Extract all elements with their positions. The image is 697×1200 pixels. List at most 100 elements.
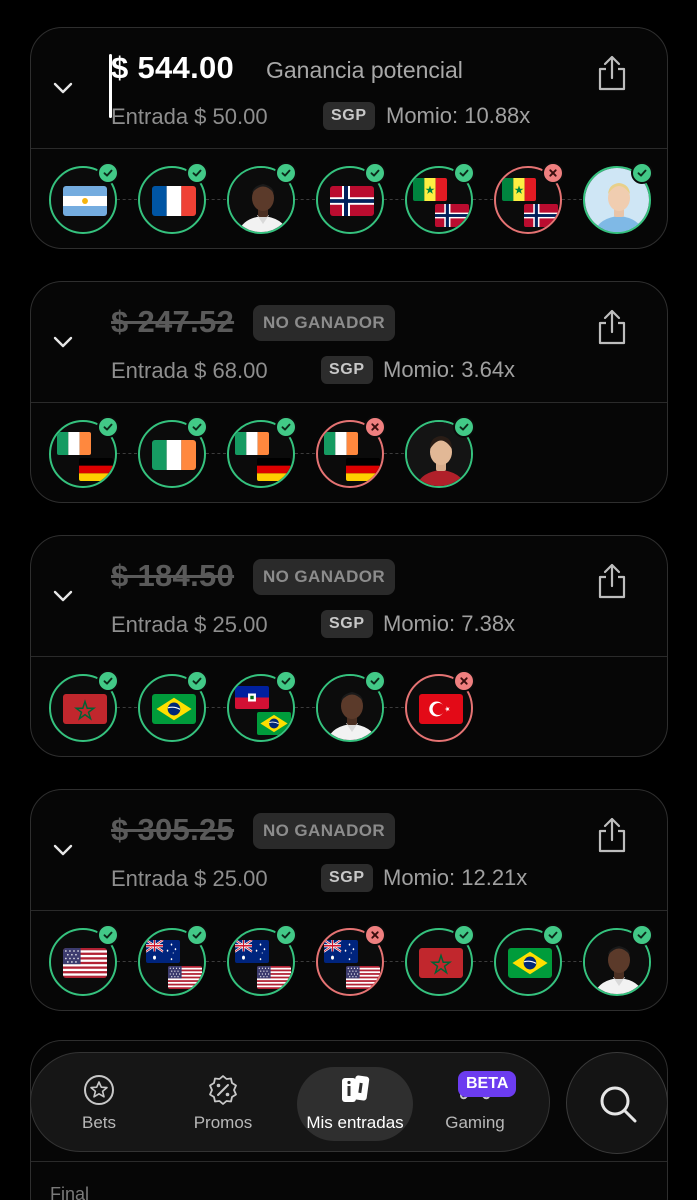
cross-icon: [542, 162, 564, 184]
leg-connector: [206, 199, 226, 200]
leg-connector: [295, 707, 315, 708]
leg-won[interactable]: [138, 416, 226, 488]
entry-amount: Entrada $ 25.00: [111, 866, 268, 891]
leg-lost[interactable]: [494, 162, 582, 234]
payout-amount: $ 544.00: [111, 50, 235, 85]
leg-connector: [473, 961, 493, 962]
leg-list: [49, 416, 667, 490]
leg-won[interactable]: [227, 416, 315, 488]
leg-won[interactable]: [138, 670, 226, 742]
leg-connector: [384, 707, 404, 708]
nav-label: Mis entradas: [306, 1113, 404, 1132]
leg-won[interactable]: [405, 162, 493, 234]
entry-amount: Entrada $ 68.00: [111, 358, 268, 383]
leg-connector: [473, 199, 493, 200]
leg-won[interactable]: [227, 924, 315, 996]
tickets-icon: [338, 1073, 372, 1107]
leg-connector: [295, 453, 315, 454]
chevron-down-icon[interactable]: [49, 582, 77, 610]
divider: [31, 656, 667, 657]
check-icon: [186, 162, 208, 184]
leg-connector: [206, 707, 226, 708]
ireland-flag-icon: [235, 432, 269, 455]
leg-connector: [384, 199, 404, 200]
leg-won[interactable]: [316, 670, 404, 742]
ireland-flag-icon: [324, 432, 358, 455]
morocco-flag-icon: [63, 694, 107, 724]
payout-label: Ganancia potencial: [266, 57, 463, 83]
search-button[interactable]: [566, 1052, 668, 1154]
leg-won[interactable]: [49, 162, 137, 234]
check-icon: [275, 670, 297, 692]
beta-badge: BETA: [458, 1071, 517, 1097]
check-icon: [631, 162, 653, 184]
leg-lost[interactable]: [316, 924, 404, 996]
haiti-flag-icon: [235, 686, 269, 709]
nav-item-bets[interactable]: Bets: [41, 1067, 157, 1141]
chevron-down-icon[interactable]: [49, 836, 77, 864]
senegal-flag-icon: [413, 178, 447, 201]
leg-won[interactable]: [49, 416, 137, 488]
check-icon: [97, 162, 119, 184]
usa-flag-icon: [346, 966, 380, 989]
leg-won[interactable]: [583, 924, 653, 996]
check-icon: [453, 924, 475, 946]
usa-flag-icon: [257, 966, 291, 989]
share-icon[interactable]: [595, 54, 629, 92]
nav-item-mis-entradas[interactable]: Mis entradas: [297, 1067, 413, 1141]
germany-flag-icon: [257, 458, 291, 481]
leg-won[interactable]: [405, 924, 493, 996]
sgp-badge: SGP: [321, 864, 373, 892]
leg-won[interactable]: [494, 924, 582, 996]
share-icon[interactable]: [595, 562, 629, 600]
leg-lost[interactable]: [316, 416, 404, 488]
australia-flag-icon: [235, 940, 269, 963]
chevron-down-icon[interactable]: [49, 74, 77, 102]
leg-won[interactable]: [49, 924, 137, 996]
ireland-flag-icon: [152, 440, 196, 470]
sgp-badge: SGP: [321, 356, 373, 384]
bet-card[interactable]: $ 544.00 Ganancia potencial Entrada $ 50.0…: [30, 27, 668, 249]
check-icon: [186, 924, 208, 946]
leg-won[interactable]: [138, 162, 226, 234]
divider: [31, 910, 667, 911]
brazil-flag-icon: [152, 694, 196, 724]
payout-amount: $ 305.25: [111, 812, 235, 847]
leg-connector: [384, 453, 404, 454]
status-badge: NO GANADOR: [253, 813, 396, 849]
check-icon: [186, 670, 208, 692]
nav-label: Bets: [81, 1113, 117, 1132]
leg-connector: [206, 961, 226, 962]
divider: [31, 1161, 667, 1162]
bet-card[interactable]: $ 184.50 NO GANADOR Entrada $ 25.00 SGP Momi…: [30, 535, 668, 757]
leg-won[interactable]: [227, 162, 315, 234]
bet-card[interactable]: $ 305.25 NO GANADOR Entrada $ 25.00 SGP Momi…: [30, 789, 668, 1011]
leg-list: [49, 162, 667, 236]
odds-multiplier: Momio: 3.64x: [383, 357, 516, 382]
leg-lost[interactable]: [405, 670, 475, 742]
share-icon[interactable]: [595, 816, 629, 854]
leg-won[interactable]: [316, 162, 404, 234]
leg-connector: [295, 199, 315, 200]
nav-label: Gaming: [445, 1113, 505, 1132]
star-badge-icon: [82, 1073, 116, 1107]
leg-won[interactable]: [138, 924, 226, 996]
france-flag-icon: [152, 186, 196, 216]
leg-connector: [562, 199, 582, 200]
chevron-down-icon[interactable]: [49, 328, 77, 356]
check-icon: [631, 924, 653, 946]
nav-item-promos[interactable]: Promos: [165, 1067, 281, 1141]
brazil-flag-icon: [508, 948, 552, 978]
check-icon: [364, 670, 386, 692]
divider: [31, 148, 667, 149]
leg-won[interactable]: [227, 670, 315, 742]
share-icon[interactable]: [595, 308, 629, 346]
bet-card[interactable]: $ 247.52 NO GANADOR Entrada $ 68.00 SGP Momi…: [30, 281, 668, 503]
check-icon: [453, 416, 475, 438]
leg-won[interactable]: [583, 162, 653, 234]
brazil-flag-icon: [257, 712, 291, 735]
germany-flag-icon: [79, 458, 113, 481]
leg-won[interactable]: [49, 670, 137, 742]
leg-won[interactable]: [405, 416, 475, 488]
bottom-nav: Bets Promos Mis entradas Gaming: [30, 1052, 550, 1152]
